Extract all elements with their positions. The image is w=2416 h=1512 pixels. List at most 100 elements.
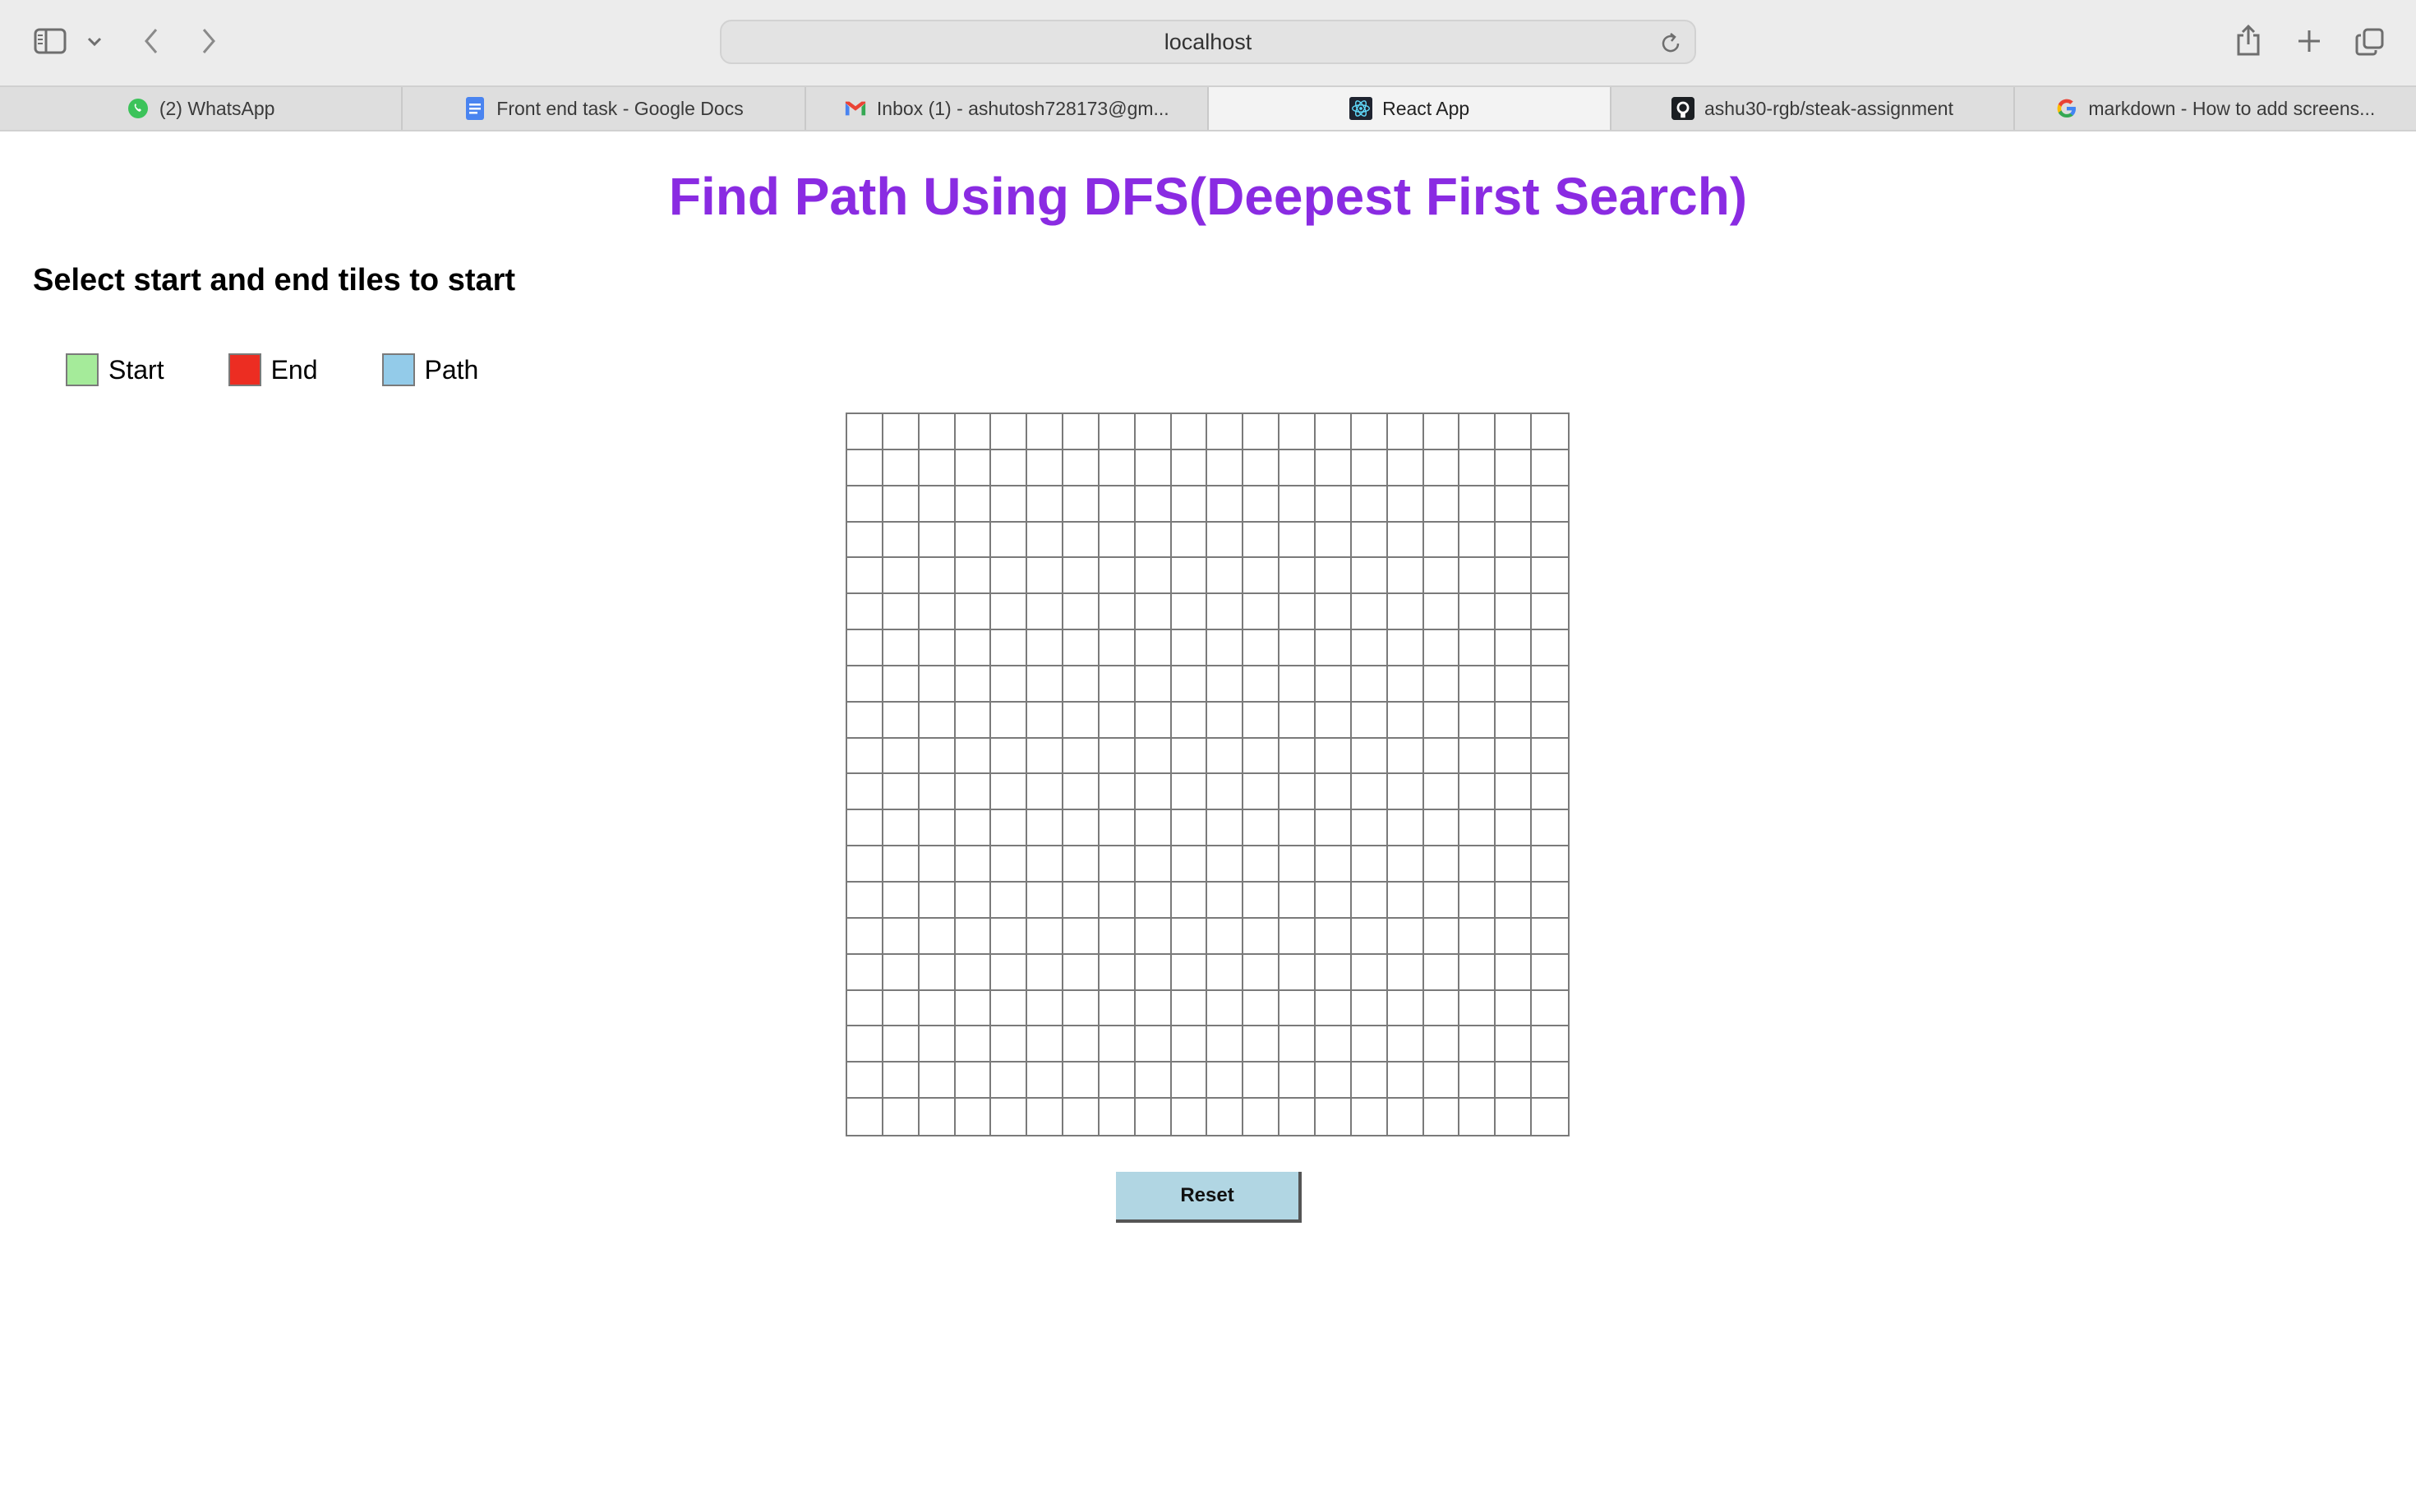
grid-tile[interactable] bbox=[1351, 883, 1388, 919]
grid-tile[interactable] bbox=[1027, 846, 1064, 883]
grid-tile[interactable] bbox=[1459, 449, 1496, 486]
grid-tile[interactable] bbox=[883, 449, 920, 486]
grid-tile[interactable] bbox=[955, 1063, 992, 1099]
grid-tile[interactable] bbox=[1027, 558, 1064, 595]
grid-tile[interactable] bbox=[1243, 918, 1280, 955]
grid-tile[interactable] bbox=[1351, 414, 1388, 450]
grid-tile[interactable] bbox=[1099, 666, 1136, 703]
grid-tile[interactable] bbox=[1207, 594, 1244, 631]
grid-tile[interactable] bbox=[1532, 1099, 1568, 1135]
grid-tile[interactable] bbox=[1316, 1026, 1352, 1063]
grid-tile[interactable] bbox=[1316, 810, 1352, 847]
grid-tile[interactable] bbox=[1027, 1099, 1064, 1135]
grid-tile[interactable] bbox=[1027, 810, 1064, 847]
grid-tile[interactable] bbox=[991, 738, 1028, 775]
grid-tile[interactable] bbox=[1279, 810, 1316, 847]
grid-tile[interactable] bbox=[1459, 558, 1496, 595]
grid-tile[interactable] bbox=[1316, 522, 1352, 559]
grid-tile[interactable] bbox=[1387, 449, 1424, 486]
grid-tile[interactable] bbox=[1423, 558, 1460, 595]
grid-tile[interactable] bbox=[847, 630, 883, 666]
grid-tile[interactable] bbox=[1207, 558, 1244, 595]
grid-tile[interactable] bbox=[1351, 449, 1388, 486]
grid-tile[interactable] bbox=[955, 630, 992, 666]
grid-tile[interactable] bbox=[847, 954, 883, 991]
grid-tile[interactable] bbox=[1316, 414, 1352, 450]
grid-tile[interactable] bbox=[1459, 990, 1496, 1027]
grid-tile[interactable] bbox=[1351, 1063, 1388, 1099]
grid-tile[interactable] bbox=[1459, 883, 1496, 919]
grid-tile[interactable] bbox=[991, 1099, 1028, 1135]
grid-tile[interactable] bbox=[1063, 414, 1100, 450]
grid-tile[interactable] bbox=[1171, 738, 1208, 775]
grid-tile[interactable] bbox=[1279, 1063, 1316, 1099]
grid-tile[interactable] bbox=[1279, 738, 1316, 775]
grid-tile[interactable] bbox=[1316, 846, 1352, 883]
grid-tile[interactable] bbox=[955, 486, 992, 523]
grid-tile[interactable] bbox=[1099, 414, 1136, 450]
grid-tile[interactable] bbox=[1387, 990, 1424, 1027]
grid-tile[interactable] bbox=[1496, 594, 1533, 631]
grid-tile[interactable] bbox=[1387, 558, 1424, 595]
grid-tile[interactable] bbox=[1496, 1063, 1533, 1099]
grid-tile[interactable] bbox=[955, 414, 992, 450]
grid-tile[interactable] bbox=[1423, 990, 1460, 1027]
grid-tile[interactable] bbox=[919, 1099, 956, 1135]
grid-tile[interactable] bbox=[955, 774, 992, 811]
grid-tile[interactable] bbox=[1351, 630, 1388, 666]
grid-tile[interactable] bbox=[1496, 954, 1533, 991]
grid-tile[interactable] bbox=[991, 918, 1028, 955]
grid-tile[interactable] bbox=[919, 954, 956, 991]
grid-tile[interactable] bbox=[1027, 666, 1064, 703]
grid-tile[interactable] bbox=[955, 666, 992, 703]
grid-tile[interactable] bbox=[1387, 414, 1424, 450]
grid-tile[interactable] bbox=[1171, 883, 1208, 919]
grid-tile[interactable] bbox=[847, 666, 883, 703]
grid-tile[interactable] bbox=[1099, 774, 1136, 811]
grid-tile[interactable] bbox=[1316, 594, 1352, 631]
grid-tile[interactable] bbox=[1316, 883, 1352, 919]
grid-tile[interactable] bbox=[1099, 449, 1136, 486]
grid-tile[interactable] bbox=[1207, 1063, 1244, 1099]
grid-tile[interactable] bbox=[1496, 990, 1533, 1027]
grid-tile[interactable] bbox=[1135, 1026, 1172, 1063]
grid-tile[interactable] bbox=[1459, 1026, 1496, 1063]
grid-tile[interactable] bbox=[1027, 990, 1064, 1027]
grid-tile[interactable] bbox=[1171, 1099, 1208, 1135]
grid-tile[interactable] bbox=[1532, 522, 1568, 559]
grid-tile[interactable] bbox=[1063, 738, 1100, 775]
grid-tile[interactable] bbox=[1135, 702, 1172, 739]
grid-tile[interactable] bbox=[1243, 630, 1280, 666]
grid-tile[interactable] bbox=[1171, 594, 1208, 631]
grid-tile[interactable] bbox=[1243, 1063, 1280, 1099]
grid-tile[interactable] bbox=[1496, 1099, 1533, 1135]
grid-tile[interactable] bbox=[919, 414, 956, 450]
grid-tile[interactable] bbox=[847, 846, 883, 883]
grid-tile[interactable] bbox=[991, 522, 1028, 559]
grid-tile[interactable] bbox=[1099, 846, 1136, 883]
grid-tile[interactable] bbox=[1387, 846, 1424, 883]
grid-tile[interactable] bbox=[1423, 738, 1460, 775]
grid-tile[interactable] bbox=[847, 774, 883, 811]
grid-tile[interactable] bbox=[1496, 1026, 1533, 1063]
grid-tile[interactable] bbox=[1207, 449, 1244, 486]
grid-tile[interactable] bbox=[1063, 774, 1100, 811]
grid-tile[interactable] bbox=[1099, 810, 1136, 847]
grid-tile[interactable] bbox=[1279, 990, 1316, 1027]
tab-overview-icon[interactable] bbox=[2352, 25, 2388, 59]
grid-tile[interactable] bbox=[1099, 954, 1136, 991]
grid-tile[interactable] bbox=[1171, 558, 1208, 595]
grid-tile[interactable] bbox=[1423, 1099, 1460, 1135]
grid-tile[interactable] bbox=[1351, 990, 1388, 1027]
grid-tile[interactable] bbox=[955, 846, 992, 883]
grid-tile[interactable] bbox=[847, 486, 883, 523]
grid-tile[interactable] bbox=[919, 558, 956, 595]
grid-tile[interactable] bbox=[1171, 918, 1208, 955]
grid-tile[interactable] bbox=[991, 774, 1028, 811]
grid-tile[interactable] bbox=[1532, 486, 1568, 523]
grid-tile[interactable] bbox=[919, 666, 956, 703]
grid-tile[interactable] bbox=[1243, 414, 1280, 450]
grid-tile[interactable] bbox=[1459, 594, 1496, 631]
grid-tile[interactable] bbox=[847, 738, 883, 775]
grid-tile[interactable] bbox=[991, 594, 1028, 631]
